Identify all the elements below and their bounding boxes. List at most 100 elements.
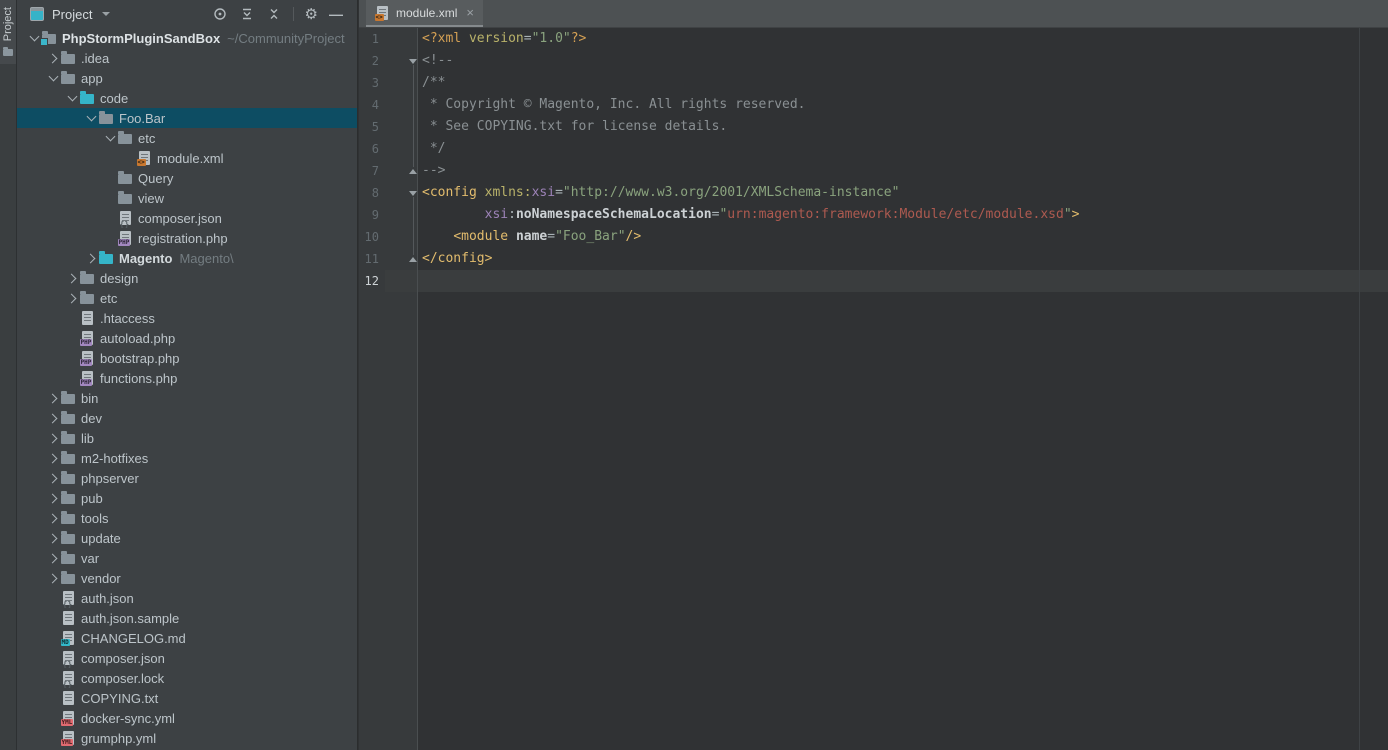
close-tab-icon[interactable]: ×	[466, 5, 474, 20]
tree-item-docker-sync-yml[interactable]: YMLdocker-sync.yml	[17, 708, 357, 728]
fold-marker-icon[interactable]	[409, 191, 417, 196]
code-line-12[interactable]: 12	[359, 270, 1388, 292]
tree-item-query[interactable]: Query	[17, 168, 357, 188]
tree-item-registration-php[interactable]: PHPregistration.php	[17, 228, 357, 248]
tree-item-composer-json[interactable]: {}composer.json	[17, 648, 357, 668]
chevron-collapsed-icon[interactable]	[85, 253, 95, 263]
chevron-collapsed-icon[interactable]	[47, 53, 57, 63]
file-json-icon: {}	[60, 590, 76, 606]
tree-item-etc[interactable]: etc	[17, 128, 357, 148]
editor-body[interactable]: 1<?xml version="1.0"?>2<!--3/**4 * Copyr…	[359, 28, 1388, 750]
tree-item-pub[interactable]: pub	[17, 488, 357, 508]
code-line-6[interactable]: 6 */	[359, 138, 1388, 160]
folder-icon	[60, 70, 76, 86]
folder-icon	[79, 290, 95, 306]
chevron-expanded-icon[interactable]	[86, 112, 96, 122]
tree-item-code[interactable]: code	[17, 88, 357, 108]
fold-marker-icon[interactable]	[409, 257, 417, 262]
chevron-collapsed-icon[interactable]	[47, 493, 57, 503]
tree-item-functions-php[interactable]: PHPfunctions.php	[17, 368, 357, 388]
code-line-4[interactable]: 4 * Copyright © Magento, Inc. All rights…	[359, 94, 1388, 116]
line-number: 3	[359, 72, 379, 94]
fold-column	[379, 28, 417, 50]
tree-item-composer-json[interactable]: {}composer.json	[17, 208, 357, 228]
tree-item-composer-lock[interactable]: {}composer.lock	[17, 668, 357, 688]
tree-item-autoload-php[interactable]: PHPautoload.php	[17, 328, 357, 348]
tree-item-phpstormpluginsandbox[interactable]: PhpStormPluginSandBox~/CommunityProject	[17, 28, 357, 48]
tree-item-phpserver[interactable]: phpserver	[17, 468, 357, 488]
fold-column	[379, 116, 417, 138]
chevron-collapsed-icon[interactable]	[47, 573, 57, 583]
chevron-expanded-icon[interactable]	[105, 132, 115, 142]
tree-item--idea[interactable]: .idea	[17, 48, 357, 68]
file-xml-icon: <>	[136, 150, 152, 166]
locate-file-button[interactable]	[212, 6, 228, 22]
tree-item-bootstrap-php[interactable]: PHPbootstrap.php	[17, 348, 357, 368]
tree-item-etc[interactable]: etc	[17, 288, 357, 308]
chevron-collapsed-icon[interactable]	[47, 453, 57, 463]
code-line-8[interactable]: 8<config xmlns:xsi="http://www.w3.org/20…	[359, 182, 1388, 204]
tree-item-lib[interactable]: lib	[17, 428, 357, 448]
code-line-1[interactable]: 1<?xml version="1.0"?>	[359, 28, 1388, 50]
chevron-down-icon[interactable]	[102, 12, 110, 16]
chevron-expanded-icon[interactable]	[29, 32, 39, 42]
code-line-7[interactable]: 7-->	[359, 160, 1388, 182]
hide-toolwindow-button[interactable]: —	[329, 7, 343, 21]
tree-item-module-xml[interactable]: <>module.xml	[17, 148, 357, 168]
tree-item-dev[interactable]: dev	[17, 408, 357, 428]
settings-gear-button[interactable]: ⚙	[305, 7, 318, 22]
tree-item-vendor[interactable]: vendor	[17, 568, 357, 588]
chevron-collapsed-icon[interactable]	[47, 433, 57, 443]
chevron-collapsed-icon[interactable]	[47, 553, 57, 563]
tree-item-var[interactable]: var	[17, 548, 357, 568]
file-text-icon	[60, 690, 76, 706]
expand-all-button[interactable]	[239, 6, 255, 22]
tree-item-auth-json-sample[interactable]: auth.json.sample	[17, 608, 357, 628]
tree-item-m2-hotfixes[interactable]: m2-hotfixes	[17, 448, 357, 468]
tree-item-app[interactable]: app	[17, 68, 357, 88]
project-stripe-button[interactable]: Project	[0, 0, 16, 64]
chevron-collapsed-icon[interactable]	[47, 393, 57, 403]
tree-item-foo-bar[interactable]: Foo.Bar	[17, 108, 357, 128]
chevron-expanded-icon[interactable]	[48, 72, 58, 82]
code-text: <?xml version="1.0"?>	[417, 28, 586, 50]
code-line-10[interactable]: 10 <module name="Foo_Bar"/>	[359, 226, 1388, 248]
project-view-selector[interactable]: Project	[52, 7, 92, 22]
folder-icon	[3, 49, 13, 56]
tree-item-view[interactable]: view	[17, 188, 357, 208]
fold-marker-icon[interactable]	[409, 59, 417, 64]
tree-item-design[interactable]: design	[17, 268, 357, 288]
chevron-expanded-icon[interactable]	[67, 92, 77, 102]
tree-item-copying-txt[interactable]: COPYING.txt	[17, 688, 357, 708]
tree-item-label: CHANGELOG.md	[81, 631, 186, 646]
chevron-collapsed-icon[interactable]	[66, 273, 76, 283]
collapse-all-button[interactable]	[266, 6, 282, 22]
tool-window-stripe: Project	[0, 0, 17, 750]
tree-item-bin[interactable]: bin	[17, 388, 357, 408]
tree-item-auth-json[interactable]: {}auth.json	[17, 588, 357, 608]
chevron-collapsed-icon[interactable]	[47, 513, 57, 523]
folder-icon	[98, 110, 114, 126]
code-line-9[interactable]: 9 xsi:noNamespaceSchemaLocation="urn:mag…	[359, 204, 1388, 226]
chevron-collapsed-icon[interactable]	[47, 413, 57, 423]
tree-item-tools[interactable]: tools	[17, 508, 357, 528]
code-text: <!--	[417, 50, 453, 72]
code-line-5[interactable]: 5 * See COPYING.txt for license details.	[359, 116, 1388, 138]
code-line-3[interactable]: 3/**	[359, 72, 1388, 94]
chevron-collapsed-icon[interactable]	[47, 473, 57, 483]
code-line-2[interactable]: 2<!--	[359, 50, 1388, 72]
tree-item-changelog-md[interactable]: MDCHANGELOG.md	[17, 628, 357, 648]
chevron-collapsed-icon[interactable]	[66, 293, 76, 303]
tree-item-label: auth.json.sample	[81, 611, 179, 626]
code-line-11[interactable]: 11</config>	[359, 248, 1388, 270]
tree-item-label: bin	[81, 391, 98, 406]
code-text: -->	[417, 160, 445, 182]
tree-item-grumphp-yml[interactable]: YMLgrumphp.yml	[17, 728, 357, 748]
tab-module-xml[interactable]: <> module.xml ×	[366, 0, 483, 27]
tree-item-magento[interactable]: MagentoMagento\	[17, 248, 357, 268]
file-php-icon: PHP	[79, 350, 95, 366]
fold-marker-icon[interactable]	[409, 169, 417, 174]
tree-item-update[interactable]: update	[17, 528, 357, 548]
chevron-collapsed-icon[interactable]	[47, 533, 57, 543]
tree-item--htaccess[interactable]: .htaccess	[17, 308, 357, 328]
